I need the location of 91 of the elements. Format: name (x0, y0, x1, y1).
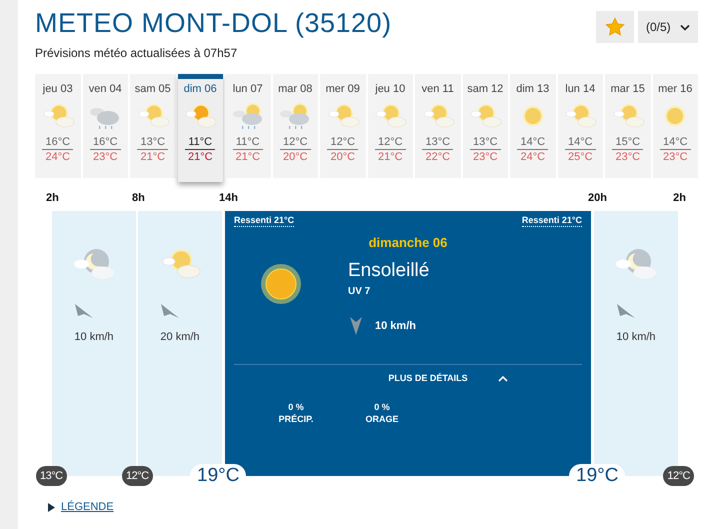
day-label: mar 15 (610, 83, 645, 95)
day-tab[interactable]: mer 09 12°C 20°C (320, 74, 366, 178)
day-label: jeu 03 (42, 83, 73, 95)
min-temperature: 13°C (137, 136, 168, 150)
hour-label: 14h (219, 192, 238, 204)
hour-label: 2h (46, 192, 59, 204)
min-temperature: 11°C (232, 136, 263, 150)
min-temperature: 14°C (517, 136, 548, 150)
day-tab[interactable]: lun 14 14°C 25°C (558, 74, 603, 178)
day-label: mer 16 (658, 83, 692, 95)
max-temperature: 21°C (188, 151, 213, 163)
day-label: mer 09 (326, 83, 360, 95)
legend-link[interactable]: LÉGENDE (61, 501, 114, 513)
wind-arrow-icon (74, 303, 94, 319)
max-temperature: 20°C (282, 151, 308, 163)
min-temperature: 15°C (612, 136, 644, 150)
min-temperature: 14°C (564, 136, 596, 150)
day-tab[interactable]: ven 11 13°C 22°C (415, 74, 460, 178)
min-temperature: 12°C (327, 136, 358, 150)
max-temperature: 21°C (235, 151, 260, 163)
max-temperature: 20°C (330, 151, 356, 163)
temperature-badge: 13°C (36, 466, 67, 486)
triangle-right-icon (48, 502, 55, 512)
day-label: ven 04 (88, 83, 122, 95)
max-temperature: 22°C (425, 151, 450, 163)
wind-speed: 10 km/h (375, 320, 416, 332)
day-tab[interactable]: mer 16 14°C 23°C (652, 74, 698, 178)
wind-speed: 10 km/h (616, 331, 656, 343)
min-temperature: 12°C (374, 136, 406, 150)
min-temperature: 16°C (90, 136, 121, 150)
day-label: ven 11 (422, 83, 454, 95)
feels-like: Ressenti 21°C (234, 215, 294, 227)
stat-value: 0 % (288, 402, 304, 412)
day-tab[interactable]: lun 07 11°C 21°C (225, 74, 270, 178)
day-label: jeu 10 (375, 83, 406, 95)
day-label: lun 14 (565, 83, 596, 95)
day-tab[interactable]: mar 08 12°C 20°C (272, 74, 318, 178)
details-toggle[interactable]: PLUS DE DÉTAILS (308, 373, 508, 383)
max-temperature: 21°C (140, 151, 166, 163)
day-tab[interactable]: jeu 03 16°C 24°C (35, 74, 80, 178)
day-tab[interactable]: dim 13 14°C 24°C (510, 74, 556, 178)
min-temperature: 12°C (280, 136, 311, 150)
min-temperature: 14°C (660, 136, 691, 150)
max-temperature: 25°C (568, 151, 593, 163)
max-temperature: 23°C (92, 151, 118, 163)
stat-value: 0 % (374, 402, 390, 412)
day-tab[interactable]: ven 04 16°C 23°C (82, 74, 128, 178)
day-tab[interactable]: mar 15 15°C 23°C (605, 74, 650, 178)
star-icon (605, 17, 625, 37)
day-title: dimanche 06 (368, 235, 448, 250)
uv-index: UV 7 (348, 286, 372, 296)
wind-arrow-icon (160, 303, 180, 319)
rating-dropdown[interactable]: (0/5) (638, 11, 698, 43)
max-temperature: 23°C (662, 151, 688, 163)
max-temperature: 24°C (520, 151, 546, 163)
temperature-badge: 12°C (663, 466, 694, 486)
max-temperature: 24°C (45, 151, 70, 163)
chevron-down-icon (680, 24, 690, 30)
day-tab[interactable]: dim 06 11°C 21°C (178, 74, 223, 182)
day-label: sam 05 (134, 83, 171, 95)
hour-label: 20h (588, 192, 607, 204)
condition: Ensoleillé (348, 260, 430, 282)
day-tab[interactable]: sam 05 13°C 21°C (130, 74, 176, 178)
feels-like: Ressenti 21°C (522, 215, 582, 227)
hour-label: 2h (673, 192, 686, 204)
day-label: lun 07 (232, 83, 263, 95)
min-temperature: 13°C (470, 136, 501, 150)
max-temperature: 23°C (472, 151, 498, 163)
wind-speed: 10 km/h (74, 331, 114, 343)
wind-speed: 20 km/h (160, 331, 200, 343)
wind-arrow-icon (349, 316, 363, 336)
day-tab[interactable]: sam 12 13°C 23°C (462, 74, 508, 178)
day-tab[interactable]: jeu 10 12°C 21°C (368, 74, 413, 178)
min-temperature: 13°C (422, 136, 454, 150)
caret-up-icon (498, 374, 508, 382)
day-label: mar 08 (278, 83, 312, 95)
page-title: METEO MONT-DOL (35120) (35, 8, 392, 38)
stat-label: ORAGE (365, 414, 398, 424)
temperature-badge: 12°C (122, 466, 153, 486)
day-label: dim 13 (516, 83, 550, 95)
favorite-button[interactable] (596, 11, 634, 43)
update-time: Prévisions météo actualisées à 07h57 (35, 46, 238, 60)
max-temperature: 23°C (615, 151, 640, 163)
day-label: sam 12 (467, 83, 504, 95)
min-temperature: 16°C (42, 136, 74, 150)
max-temperature: 21°C (378, 151, 403, 163)
hour-label: 8h (132, 192, 145, 204)
min-temperature: 11°C (185, 136, 216, 150)
stat-label: PRÉCIP. (278, 414, 314, 424)
wind-arrow-icon (616, 303, 636, 319)
day-label: dim 06 (184, 83, 217, 95)
